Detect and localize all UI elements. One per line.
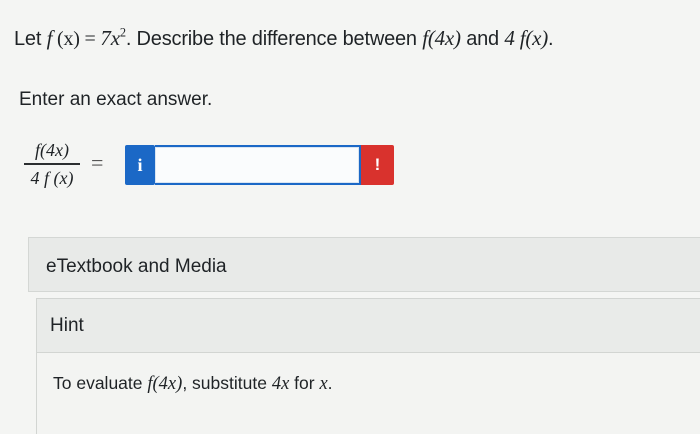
question-coefficient: 7x [100, 26, 120, 50]
question-expr-4fx: 4 f(x) [504, 26, 549, 50]
question-text: Let f (x) = 7x2. Describe the difference… [14, 26, 554, 51]
fraction-expression: f(4x) 4 f (x) [24, 139, 80, 189]
etextbook-media-button[interactable]: eTextbook and Media [28, 237, 700, 292]
hint-text-before: To evaluate [53, 373, 148, 393]
hint-sub: 4x [271, 374, 290, 394]
hint-expr: f(4x) [147, 374, 183, 394]
question-func-args: (x) [52, 28, 85, 50]
hint-var: x [319, 374, 328, 394]
fraction-numerator: f(4x) [35, 140, 69, 160]
info-icon: i [137, 154, 143, 175]
hint-text-for: for [289, 373, 320, 393]
hint-text-end: . [327, 373, 333, 393]
etextbook-label: eTextbook and Media [46, 256, 227, 277]
exclamation-icon: ! [374, 155, 381, 174]
hint-toggle[interactable]: Hint [37, 299, 700, 353]
hint-panel: Hint To evaluate f(4x), substitute 4x fo… [36, 298, 700, 434]
hint-title: Hint [50, 315, 84, 336]
answer-input[interactable] [155, 145, 361, 185]
hint-text: To evaluate f(4x), substitute 4x for x. [37, 353, 700, 395]
question-expr-f4x: f(4x) [422, 26, 461, 50]
equals-sign: = [91, 150, 104, 175]
question-mid-text: . Describe the difference between [125, 28, 423, 50]
fraction-bar [24, 163, 80, 165]
question-end: . [548, 28, 554, 50]
hint-text-mid: , substitute [182, 373, 272, 393]
question-prefix: Let [14, 28, 47, 50]
fraction-denominator: 4 f (x) [30, 167, 74, 188]
question-equals: = [84, 28, 101, 50]
info-button[interactable]: i [125, 145, 155, 185]
answer-prompt: Enter an exact answer. [19, 89, 213, 110]
question-and: and [460, 28, 505, 50]
error-flag[interactable]: ! [361, 145, 394, 185]
